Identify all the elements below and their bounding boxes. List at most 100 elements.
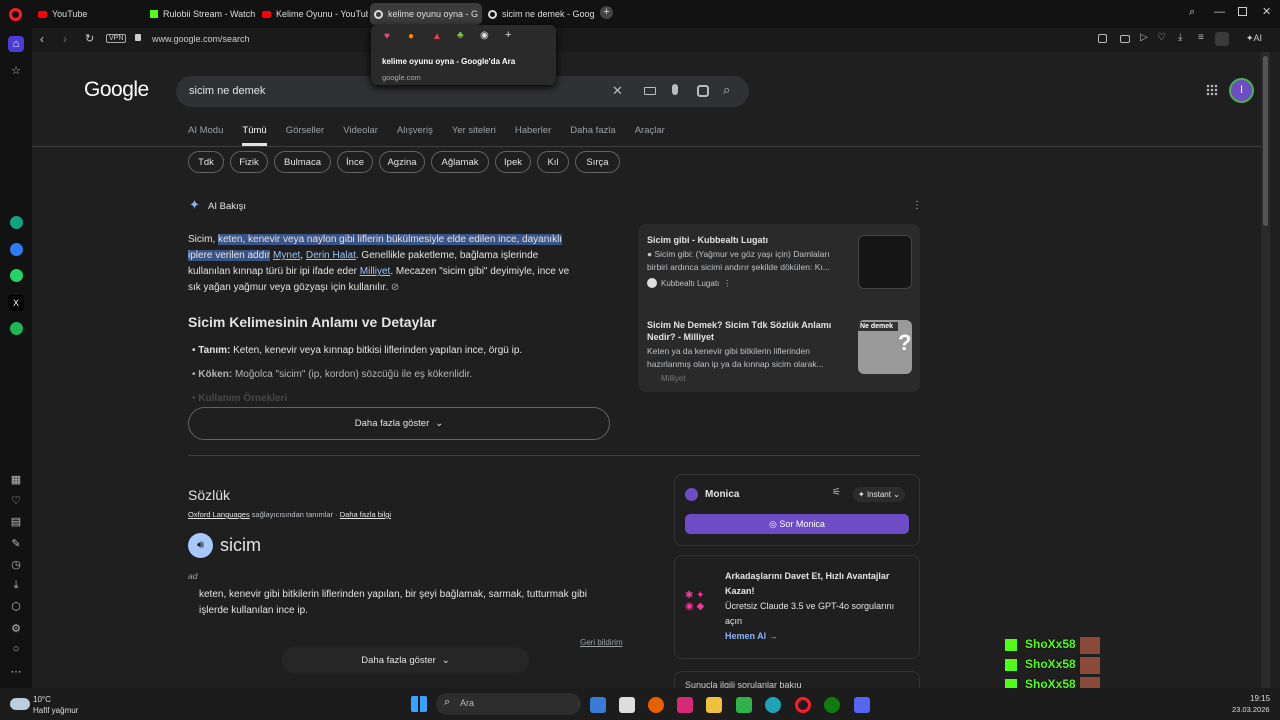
more-icon[interactable]: ⋯	[8, 663, 24, 679]
copilot-icon[interactable]	[590, 697, 606, 713]
clear-icon[interactable]: ✕	[612, 83, 623, 99]
x-icon[interactable]: X	[8, 295, 24, 311]
source-item[interactable]: Sicim gibi - Kubbealtı Lugatı ● Sicim gi…	[647, 235, 857, 288]
eyes-icon[interactable]: ◉	[480, 30, 489, 41]
chip[interactable]: Agzina	[379, 151, 425, 173]
extensions-icon[interactable]: ▦	[8, 471, 24, 487]
tab-kelime-oyunu[interactable]: Kelime Oyunu - YouTube	[258, 3, 368, 25]
taskbar-search[interactable]: ⌕ Ara	[436, 693, 581, 715]
ai-button[interactable]: ✦AI	[1246, 33, 1262, 44]
tab-tools[interactable]: Araçlar	[635, 125, 665, 146]
firefox-icon[interactable]	[648, 697, 664, 713]
home-icon[interactable]: ⌂	[8, 36, 24, 52]
keyboard-icon[interactable]	[644, 87, 656, 95]
history-icon[interactable]: ◷	[8, 556, 24, 572]
back-icon[interactable]: ‹	[40, 32, 44, 46]
instagram-icon[interactable]	[677, 697, 693, 713]
downloads-icon[interactable]: ⤓	[8, 577, 24, 593]
menu-icon[interactable]: ≡	[1198, 32, 1204, 43]
chatgpt-icon[interactable]	[10, 216, 23, 229]
tab-places[interactable]: Yer siteleri	[452, 125, 496, 146]
emoji-icon[interactable]: ▲	[432, 31, 442, 42]
profile-icon[interactable]	[1215, 32, 1229, 46]
mode-select[interactable]: ✦ Instant ⌄	[853, 487, 905, 502]
new-tab-button[interactable]: +	[600, 6, 613, 19]
spotify-icon[interactable]	[10, 322, 23, 335]
heart-icon[interactable]: ♡	[1157, 32, 1166, 43]
play-icon[interactable]: ▷	[1140, 32, 1148, 43]
windows-start-icon[interactable]	[411, 696, 427, 712]
tab-shopping[interactable]: Alışveriş	[397, 125, 433, 146]
clock-time[interactable]: 19:15	[1250, 694, 1270, 703]
snapshot-icon[interactable]	[1098, 34, 1107, 43]
opera-taskbar-icon[interactable]	[795, 697, 811, 713]
link-icon[interactable]: ⊘	[391, 282, 399, 293]
dictionary-show-more-button[interactable]: Daha fazla göster ⌄	[282, 647, 529, 673]
minimize-button[interactable]: —	[1214, 6, 1225, 18]
vpn-badge[interactable]: VPN	[106, 34, 127, 43]
chip[interactable]: Bulmaca	[274, 151, 331, 173]
settings-icon[interactable]: ⚙	[8, 620, 24, 636]
fire-icon[interactable]: ●	[408, 31, 414, 42]
discord-icon[interactable]	[854, 697, 870, 713]
palm-icon[interactable]: ♣	[457, 30, 464, 41]
more-info-link[interactable]: Daha fazla bilgi	[340, 510, 391, 519]
kebab-menu-icon[interactable]: ⋮	[723, 279, 731, 288]
tab-videos[interactable]: Videolar	[343, 125, 378, 146]
lightbulb-icon[interactable]: ○	[8, 641, 24, 657]
source-title[interactable]: Sicim gibi - Kubbealtı Lugatı	[647, 235, 857, 245]
filter-icon[interactable]: ⚟	[832, 487, 841, 498]
pronunciation-button[interactable]: 🔊︎	[188, 533, 213, 558]
promo-link[interactable]: Hemen Al →	[725, 629, 915, 644]
oxford-link[interactable]: Oxford Languages	[188, 510, 250, 519]
ask-monica-button[interactable]: ◎ Sor Monica	[685, 514, 909, 534]
source-item[interactable]: Sicim Ne Demek? Sicim Tdk Sözlük Anlamı …	[647, 320, 857, 383]
maximize-button[interactable]	[1238, 7, 1247, 16]
mic-icon[interactable]	[672, 84, 678, 95]
heart-icon[interactable]: ♥	[384, 31, 390, 42]
tab-ai-mode[interactable]: AI Modu	[188, 125, 223, 146]
close-window-button[interactable]: ✕	[1262, 5, 1271, 18]
clock-date[interactable]: 23.03.2026	[1232, 705, 1270, 714]
account-avatar[interactable]: I	[1229, 78, 1254, 103]
chip[interactable]: İnce	[337, 151, 373, 173]
chip[interactable]: Ağlamak	[431, 151, 489, 173]
chip[interactable]: Ipek	[495, 151, 531, 173]
source-thumbnail[interactable]: Ne demek ?	[858, 320, 912, 374]
chip[interactable]: Tdk	[188, 151, 224, 173]
search-input[interactable]: sicim ne demek	[189, 85, 265, 97]
source-link-milliyet[interactable]: Milliyet	[360, 266, 391, 277]
whatsapp-icon[interactable]	[10, 269, 23, 282]
tab-news[interactable]: Haberler	[515, 125, 551, 146]
news-icon[interactable]: ▤	[8, 513, 24, 529]
chip[interactable]: Kıl	[537, 151, 569, 173]
google-logo[interactable]: Google	[84, 78, 149, 102]
weather-icon[interactable]	[10, 698, 30, 710]
tab-kick-stream[interactable]: Rulobii Stream - Watch Li	[146, 3, 256, 25]
forward-icon[interactable]: ›	[63, 32, 67, 46]
tab-sicim-ne-demek[interactable]: sicim ne demek - Google	[484, 3, 594, 25]
messenger-icon[interactable]	[10, 243, 23, 256]
url-field[interactable]: www.google.com/search	[152, 34, 250, 44]
source-title[interactable]: Sicim Ne Demek? Sicim Tdk Sözlük Anlamı	[647, 320, 857, 330]
kebab-menu-icon[interactable]: ⋮	[912, 200, 922, 211]
tab-kelime-oyunu-oyna[interactable]: kelime oyunu oyna - G✕	[370, 3, 482, 25]
source-link-derin-halat[interactable]: Derin Halat	[306, 250, 356, 261]
source-title[interactable]: Nedir? - Milliyet	[647, 332, 857, 342]
edit-icon[interactable]: ✎	[8, 535, 24, 551]
tab-images[interactable]: Görseller	[286, 125, 325, 146]
folder-icon[interactable]	[706, 697, 722, 713]
star-icon[interactable]: ☆	[8, 62, 24, 78]
files-icon[interactable]	[619, 697, 635, 713]
cube-icon[interactable]: ⬡	[8, 598, 24, 614]
chip[interactable]: Fizik	[230, 151, 268, 173]
download-icon[interactable]: ⤓	[1178, 32, 1182, 43]
page-scrollbar[interactable]	[1261, 52, 1270, 688]
search-icon[interactable]: ⌕	[723, 82, 730, 98]
scrollbar-thumb[interactable]	[1263, 56, 1268, 226]
tab-more[interactable]: Daha fazla	[570, 125, 615, 146]
source-link-mynet[interactable]: Mynet	[273, 250, 300, 261]
app-green-icon[interactable]	[736, 697, 752, 713]
source-thumbnail[interactable]	[858, 235, 912, 289]
xbox-icon[interactable]	[824, 697, 840, 713]
